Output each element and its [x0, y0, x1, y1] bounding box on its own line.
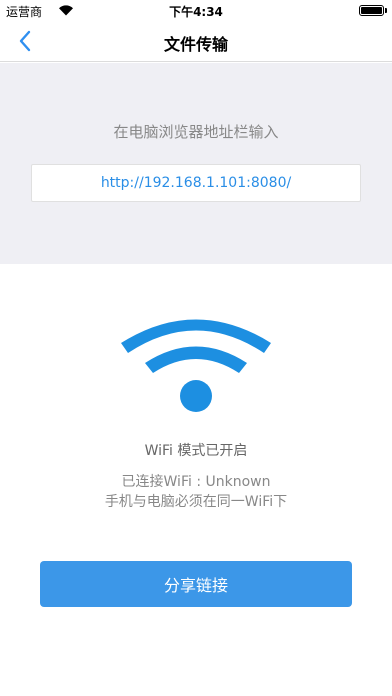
same-network-hint: 手机与电脑必须在同一WiFi下: [104, 494, 288, 510]
battery-tip: [385, 8, 387, 13]
connected-wifi-text: 已连接WiFi : Unknown: [121, 474, 271, 490]
url-field[interactable]: http://192.168.1.101:8080/: [31, 164, 361, 202]
navigation-bar: 文件传输: [0, 20, 392, 62]
share-link-label: 分享链接: [163, 576, 228, 595]
status-bar: 运营商 下午4:34: [0, 0, 392, 20]
status-time: 下午4:34: [169, 5, 223, 19]
url-text[interactable]: http://192.168.1.101:8080/: [101, 175, 291, 191]
page-title: 文件传输: [163, 35, 228, 54]
share-link-button[interactable]: 分享链接: [40, 561, 352, 607]
address-panel: 在电脑浏览器地址栏输入 http://192.168.1.101:8080/: [0, 63, 392, 264]
wifi-mode-status: WiFi 模式已开启: [144, 443, 248, 459]
battery-level: [361, 7, 382, 14]
wifi-icon: [121, 319, 271, 412]
battery-icon: [359, 5, 384, 16]
instruction-text: 在电脑浏览器地址栏输入: [113, 123, 279, 141]
